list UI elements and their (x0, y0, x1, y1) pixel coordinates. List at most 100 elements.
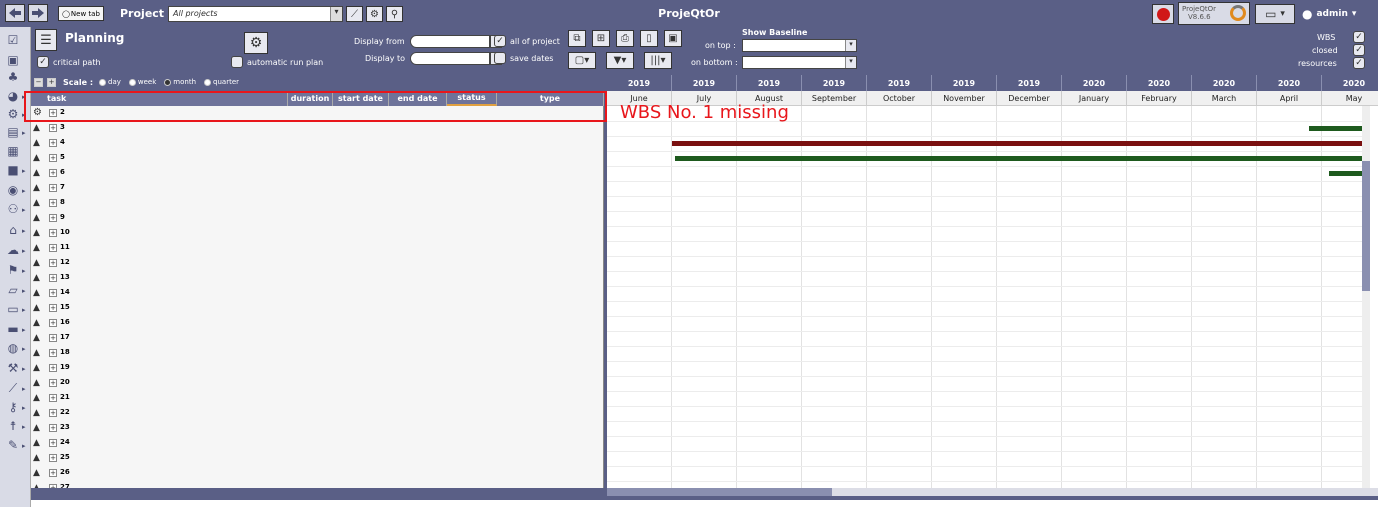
expand-icon[interactable]: + (49, 334, 57, 342)
expand-icon[interactable]: + (49, 304, 57, 312)
print-preview-button[interactable]: ⊞ (592, 30, 610, 47)
gantt-bar[interactable] (672, 141, 1362, 146)
scale-option-day[interactable]: day (99, 78, 121, 86)
people-icon[interactable]: ⚇ (4, 202, 22, 216)
gantt-bar[interactable] (1309, 126, 1362, 131)
task-row[interactable]: ▲ +10 (31, 226, 604, 241)
collapse-all-icon[interactable]: − (34, 78, 43, 87)
help-icon[interactable]: ☨ (4, 419, 22, 433)
expand-icon[interactable]: + (49, 379, 57, 387)
wbs-checkbox[interactable]: ✓ (1353, 31, 1365, 43)
back-button[interactable] (5, 4, 25, 22)
task-row[interactable]: ▲ +22 (31, 406, 604, 421)
task-row[interactable]: ▲ +4 (31, 136, 604, 151)
task-row[interactable]: ▲ +3 (31, 121, 604, 136)
resources-checkbox[interactable]: ✓ (1353, 57, 1365, 69)
display-from-input[interactable] (410, 35, 490, 48)
expand-icon[interactable]: + (49, 349, 57, 357)
toolbox-icon[interactable]: ▬ (4, 322, 22, 336)
bottom-splitter[interactable] (31, 496, 1378, 500)
hierarchy-icon[interactable]: ♣ (4, 70, 22, 84)
baseline-top-select[interactable]: ▾ (742, 39, 857, 52)
baseline-bottom-select[interactable]: ▾ (742, 56, 857, 69)
task-row[interactable]: ▲ +20 (31, 376, 604, 391)
expand-icon[interactable]: + (49, 394, 57, 402)
briefcase-icon[interactable]: ■ (4, 163, 22, 177)
settings-button[interactable]: ⚙ (366, 6, 383, 22)
scale-option-month[interactable]: month (164, 78, 196, 86)
expand-icon[interactable]: + (49, 199, 57, 207)
automatic-run-plan-checkbox[interactable] (231, 56, 243, 68)
save-dates-checkbox[interactable] (494, 52, 506, 64)
expand-icon[interactable]: + (49, 289, 57, 297)
task-row[interactable]: ▲ +26 (31, 466, 604, 481)
task-row[interactable]: ▲ +8 (31, 196, 604, 211)
critical-path-checkbox[interactable]: ✓ (37, 56, 49, 68)
work-icon[interactable]: ▣ (4, 53, 22, 67)
folder-icon[interactable]: ▱ (4, 283, 22, 297)
task-row[interactable]: ▲ +25 (31, 451, 604, 466)
task-row[interactable]: ▲ +12 (31, 256, 604, 271)
user-menu[interactable]: ● admin ▾ (1298, 4, 1372, 24)
tools-button[interactable]: ⟋ (346, 6, 363, 22)
vertical-scrollbar[interactable] (1362, 106, 1370, 488)
pdf-button[interactable]: ▯ (640, 30, 658, 47)
task-row[interactable]: ▲ +6 (31, 166, 604, 181)
expand-icon[interactable]: + (49, 319, 57, 327)
forward-button[interactable] (28, 4, 48, 22)
expand-icon[interactable]: + (49, 274, 57, 282)
expand-icon[interactable]: + (49, 139, 57, 147)
task-row[interactable]: ▲ +7 (31, 181, 604, 196)
scrollbar-thumb[interactable] (607, 488, 832, 496)
pie-chart-icon[interactable]: ◕ (4, 89, 22, 103)
expand-icon[interactable]: + (49, 439, 57, 447)
expand-icon[interactable]: + (49, 469, 57, 477)
expand-icon[interactable]: + (49, 214, 57, 222)
expand-icon[interactable]: + (49, 169, 57, 177)
key-icon[interactable]: ⚷ (4, 400, 22, 414)
wrench-icon[interactable]: ⟋ (4, 381, 22, 395)
gantt-bar[interactable] (1328, 171, 1362, 176)
task-row[interactable]: ▲ +5 (31, 151, 604, 166)
horizontal-scrollbar[interactable] (607, 488, 1378, 496)
scale-option-week[interactable]: week (128, 78, 156, 86)
expand-all-icon[interactable]: + (47, 78, 56, 87)
expand-icon[interactable]: + (49, 409, 57, 417)
version-badge[interactable]: ProjeQtOr V8.6.6 (1178, 2, 1250, 25)
task-row[interactable]: ▲ +15 (31, 301, 604, 316)
gear-icon[interactable]: ⚙ (4, 107, 22, 121)
document-icon[interactable]: ▤ (4, 125, 22, 139)
expand-icon[interactable]: + (49, 424, 57, 432)
expand-icon[interactable]: + (49, 244, 57, 252)
task-row[interactable]: ▲ +19 (31, 361, 604, 376)
columns-button[interactable]: |||▾ (644, 52, 672, 69)
task-row[interactable]: ▲ +24 (31, 436, 604, 451)
task-row[interactable]: ▲ +18 (31, 346, 604, 361)
calendar-icon[interactable]: ▦ (4, 144, 22, 158)
record-button[interactable] (1152, 4, 1174, 24)
task-row[interactable]: ▲ +13 (31, 271, 604, 286)
expand-icon[interactable]: + (49, 184, 57, 192)
task-row[interactable]: ▲ +23 (31, 421, 604, 436)
new-tab-button[interactable]: ◯ New tab (58, 6, 104, 21)
scale-option-quarter[interactable]: quarter (204, 78, 239, 86)
plan-settings-button[interactable]: ⚙ (244, 32, 268, 54)
project-select[interactable]: All projects ▾ (168, 6, 343, 22)
cloud-icon[interactable]: ☁ (4, 243, 22, 257)
expand-icon[interactable]: + (49, 124, 57, 132)
project-export-button[interactable]: ▣ (664, 30, 682, 47)
expand-icon[interactable]: + (49, 154, 57, 162)
task-row[interactable]: ▲ +21 (31, 391, 604, 406)
display-to-input[interactable] (410, 52, 490, 65)
filter-button[interactable]: ▼▾ (606, 52, 634, 69)
plugin-icon[interactable]: ✎ (4, 438, 22, 452)
expand-icon[interactable]: + (49, 454, 57, 462)
display-menu-button[interactable]: ▭ ▾ (1255, 4, 1295, 24)
task-row[interactable]: ▲ +9 (31, 211, 604, 226)
house-icon[interactable]: ⌂ (4, 223, 22, 237)
task-row[interactable]: ▲ +27 (31, 481, 604, 488)
tools-icon[interactable]: ⚒ (4, 361, 22, 375)
expand-icon[interactable]: + (49, 229, 57, 237)
horizontal-scrollbar[interactable] (31, 488, 604, 496)
task-row[interactable]: ▲ +14 (31, 286, 604, 301)
